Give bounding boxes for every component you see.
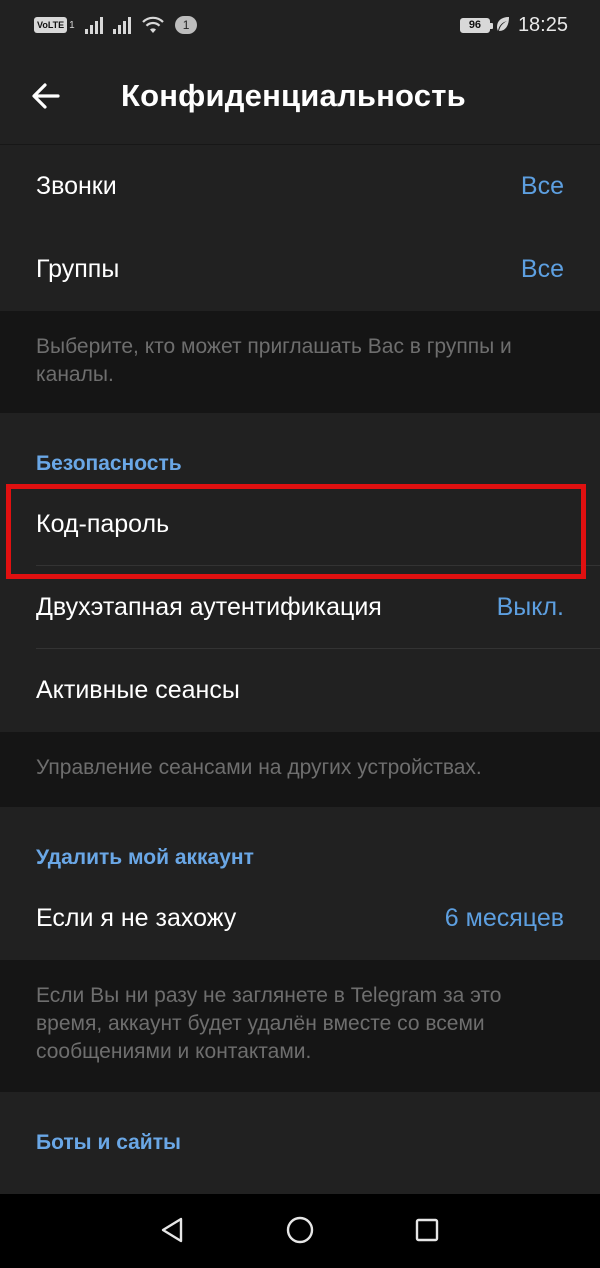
status-right: 96 18:25 (459, 12, 568, 38)
page-title: Конфиденциальность (121, 78, 466, 113)
navigation-bar (0, 1194, 600, 1268)
sessions-row[interactable]: Активные сеансы (0, 649, 600, 732)
leaf-icon (496, 16, 510, 35)
app-header: Конфиденциальность (0, 50, 600, 145)
nav-back-button[interactable] (152, 1212, 192, 1252)
security-section: Безопасность Код-пароль Двухэтапная ауте… (0, 413, 600, 732)
two-step-row[interactable]: Двухэтапная аутентификация Выкл. (0, 566, 600, 649)
home-circle-icon (285, 1215, 315, 1250)
notification-badge: 1 (174, 16, 198, 34)
back-triangle-icon (159, 1216, 185, 1249)
calls-row[interactable]: Звонки Все (0, 145, 600, 228)
groups-label: Группы (36, 255, 120, 283)
sim-slot-label: 1 (69, 19, 75, 31)
groups-hint: Выберите, кто может приглашать Вас в гру… (0, 311, 600, 413)
volte-icon: VoLTE (34, 17, 68, 33)
signal-icon (84, 16, 103, 34)
delete-account-section: Удалить мой аккаунт Если я не захожу 6 м… (0, 807, 600, 960)
signal-icon-2 (112, 16, 131, 34)
settings-list: Звонки Все Группы Все Выберите, кто може… (0, 145, 600, 1202)
back-button[interactable] (22, 74, 70, 122)
inactive-value: 6 месяцев (444, 904, 564, 932)
two-step-label: Двухэтапная аутентификация (36, 593, 382, 621)
nav-home-button[interactable] (280, 1212, 320, 1252)
privacy-section: Звонки Все Группы Все (0, 145, 600, 311)
status-bar: VoLTE 1 1 96 18:25 (0, 0, 600, 50)
clock: 18:25 (517, 13, 568, 36)
recents-square-icon (414, 1217, 440, 1248)
wifi-icon (141, 16, 165, 34)
status-left: VoLTE 1 1 (34, 12, 198, 38)
groups-value: Все (520, 255, 564, 283)
arrow-left-icon (32, 82, 60, 114)
delete-account-header: Удалить мой аккаунт (36, 846, 254, 869)
screen: VoLTE 1 1 96 18:25 Конфиденциальность Зв… (0, 0, 600, 1268)
sessions-hint: Управление сеансами на других устройства… (0, 732, 600, 807)
two-step-value: Выкл. (496, 593, 564, 621)
delete-account-hint: Если Вы ни разу не заглянете в Telegram … (0, 960, 600, 1092)
security-header: Безопасность (36, 452, 182, 475)
calls-value: Все (520, 172, 564, 200)
calls-label: Звонки (36, 172, 117, 200)
passcode-label: Код-пароль (36, 510, 170, 538)
bots-section: Боты и сайты (0, 1092, 600, 1202)
sessions-label: Активные сеансы (36, 676, 240, 704)
passcode-row[interactable]: Код-пароль (0, 483, 600, 566)
inactive-row[interactable]: Если я не захожу 6 месяцев (0, 877, 600, 960)
nav-recents-button[interactable] (407, 1212, 447, 1252)
groups-row[interactable]: Группы Все (0, 228, 600, 311)
bots-header: Боты и сайты (36, 1131, 181, 1154)
battery-icon: 96 (459, 17, 493, 33)
inactive-label: Если я не захожу (36, 904, 237, 932)
battery-level: 96 (468, 18, 482, 31)
